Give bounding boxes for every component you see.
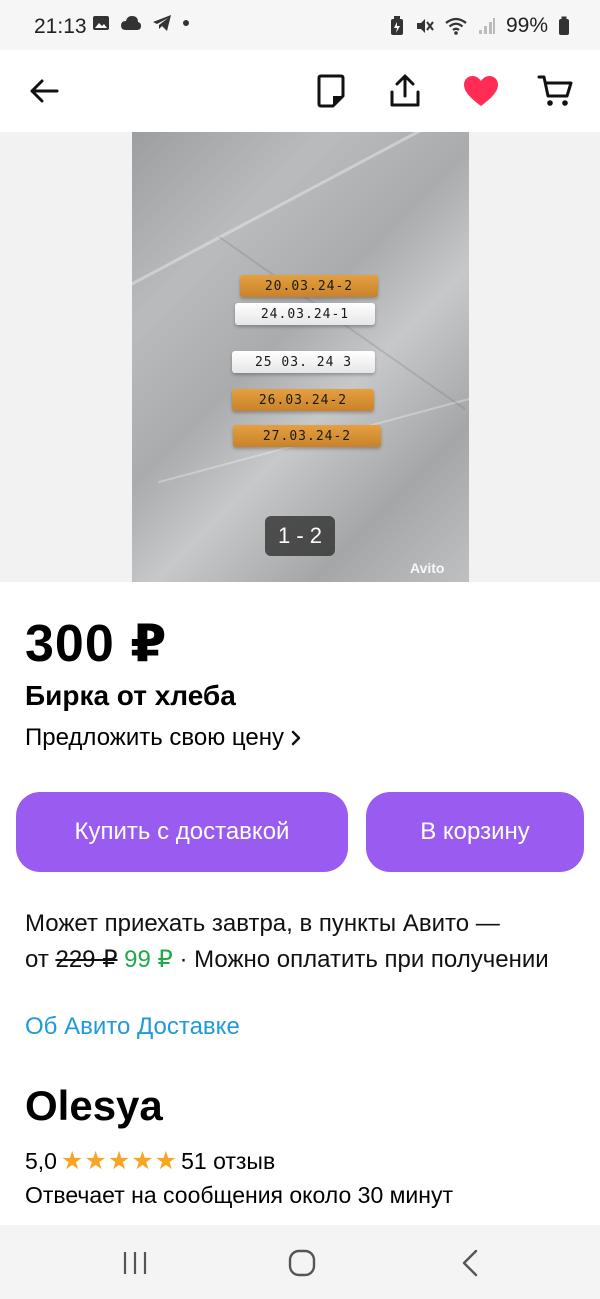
note-icon xyxy=(317,74,345,108)
cloud-icon xyxy=(121,16,141,30)
offer-price-label: Предложить свою цену xyxy=(25,724,284,751)
top-toolbar xyxy=(0,50,600,132)
about-delivery-link[interactable]: Об Авито Доставке xyxy=(25,1013,240,1041)
favorite-button[interactable] xyxy=(457,67,505,115)
bread-tag: 25 03. 24 3 xyxy=(232,351,375,373)
old-delivery-price: 229 ₽ xyxy=(55,946,118,973)
cart-icon xyxy=(537,75,573,106)
rating-value: 5,0 xyxy=(25,1147,57,1174)
seller-name[interactable]: Olesya xyxy=(25,1082,163,1130)
product-gallery[interactable]: 20.03.24-2 24.03.24-1 25 03. 24 3 26.03.… xyxy=(0,132,600,582)
star-icon: ★ xyxy=(154,1147,178,1175)
telegram-icon xyxy=(153,15,171,31)
back-button[interactable] xyxy=(20,67,68,115)
offer-price-link[interactable]: Предложить свою цену xyxy=(25,724,302,752)
buy-with-delivery-button[interactable]: Купить с доставкой xyxy=(16,792,348,872)
battery-saver-icon xyxy=(390,16,403,35)
price: 300 ₽ xyxy=(25,615,168,673)
image-counter: 1 - 2 xyxy=(265,516,335,556)
new-delivery-price: 99 ₽ xyxy=(124,946,173,973)
back-arrow-icon xyxy=(30,79,59,103)
share-button[interactable] xyxy=(381,67,429,115)
marble-texture xyxy=(132,132,469,294)
signal-icon xyxy=(478,18,495,34)
favorite-heart-icon xyxy=(464,76,498,106)
delivery-from: от xyxy=(25,946,49,973)
recents-button[interactable] xyxy=(105,1243,165,1283)
back-nav-button[interactable] xyxy=(440,1243,500,1283)
product-title: Бирка от хлеба xyxy=(25,680,236,711)
share-icon xyxy=(390,74,420,107)
add-to-cart-button[interactable]: В корзину xyxy=(366,792,584,872)
status-bar: 21:13 99% xyxy=(0,0,600,50)
star-icon: ★ xyxy=(60,1147,84,1175)
rating-stars: ★ ★ ★ ★ ★ xyxy=(61,1146,177,1176)
avito-watermark: Avito xyxy=(410,560,445,576)
bread-tag: 24.03.24-1 xyxy=(235,303,375,325)
note-button[interactable] xyxy=(307,67,355,115)
back-chevron-icon xyxy=(462,1249,478,1277)
status-notifications xyxy=(92,14,190,32)
reviews-count: 51 отзыв xyxy=(181,1147,276,1174)
dot-icon xyxy=(183,20,189,26)
battery-level: 99% xyxy=(505,14,548,37)
status-time: 21:13 xyxy=(34,15,87,38)
status-system: 99% xyxy=(390,14,570,38)
battery-icon xyxy=(559,16,569,35)
gallery-icon xyxy=(93,16,109,30)
bread-tag: 27.03.24-2 xyxy=(233,425,381,447)
system-nav-bar xyxy=(0,1225,600,1299)
mute-icon xyxy=(416,19,434,33)
response-time: Отвечает на сообщения около 30 минут xyxy=(25,1182,454,1208)
cart-button[interactable] xyxy=(531,67,579,115)
chevron-right-icon xyxy=(291,730,301,746)
star-icon: ★ xyxy=(84,1147,107,1175)
product-photo[interactable]: 20.03.24-2 24.03.24-1 25 03. 24 3 26.03.… xyxy=(132,132,469,582)
star-icon: ★ xyxy=(107,1147,131,1175)
delivery-info: Может приехать завтра, в пункты Авито — … xyxy=(25,906,585,978)
recents-icon xyxy=(123,1252,147,1274)
star-icon: ★ xyxy=(131,1147,154,1175)
bread-tag: 26.03.24-2 xyxy=(232,389,374,411)
delivery-line: Может приехать завтра, в пункты Авито — xyxy=(25,910,500,937)
home-button[interactable] xyxy=(272,1243,332,1283)
bread-tag: 20.03.24-2 xyxy=(240,275,378,297)
wifi-icon xyxy=(445,17,467,35)
seller-rating[interactable]: 5,0 ★ ★ ★ ★ ★ 51 отзыв xyxy=(25,1146,275,1176)
home-icon xyxy=(288,1249,316,1277)
payment-note: · Можно оплатить при получении xyxy=(179,946,549,973)
